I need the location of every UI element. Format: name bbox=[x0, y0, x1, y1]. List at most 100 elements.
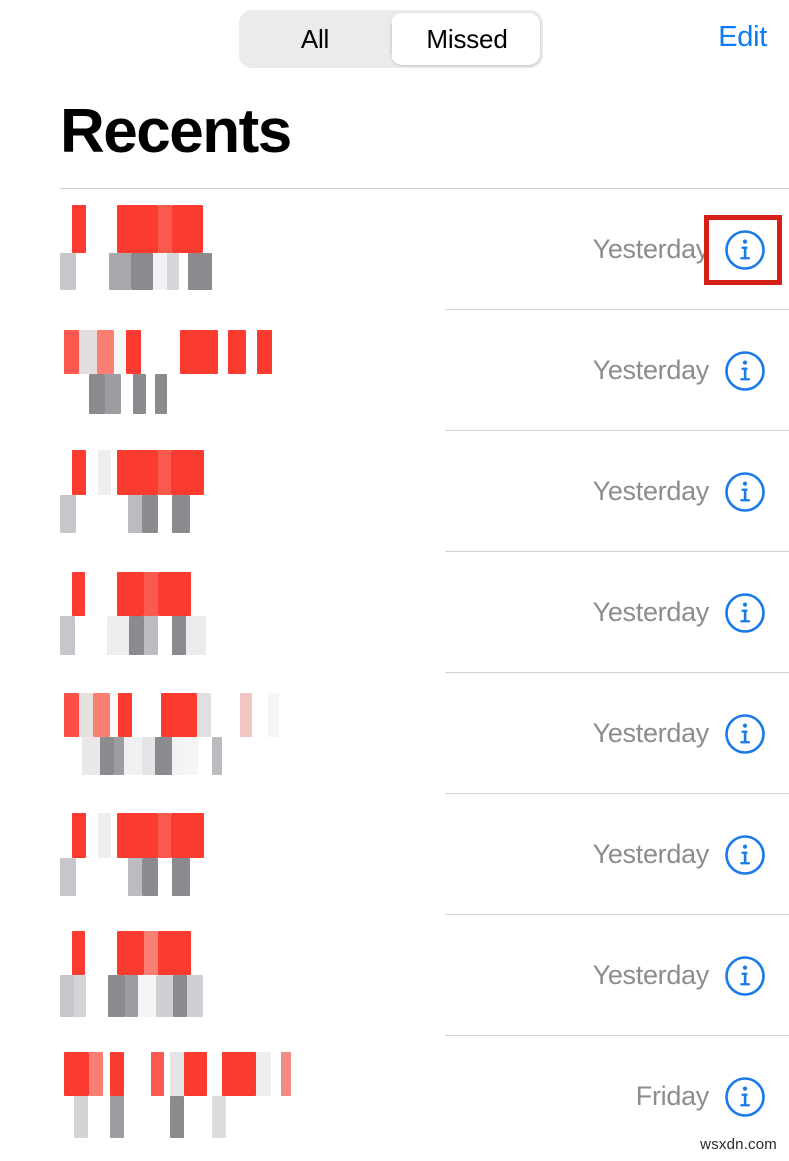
edit-button[interactable]: Edit bbox=[718, 21, 767, 54]
table-row[interactable]: Yesterday bbox=[0, 431, 789, 552]
redaction-block bbox=[72, 813, 86, 858]
redaction-block bbox=[170, 1096, 184, 1138]
call-timestamp: Yesterday bbox=[592, 234, 710, 264]
info-circle-icon[interactable] bbox=[723, 833, 767, 877]
redaction-block bbox=[60, 858, 76, 896]
redaction-block bbox=[138, 975, 156, 1017]
redaction-block bbox=[98, 813, 111, 858]
call-timestamp: Yesterday bbox=[592, 597, 710, 627]
redaction-block bbox=[155, 374, 167, 414]
redaction-block bbox=[125, 975, 138, 1017]
redaction-block bbox=[72, 450, 86, 495]
redaction-block bbox=[180, 330, 218, 374]
redaction-block bbox=[142, 737, 155, 775]
table-row[interactable]: Friday bbox=[0, 1036, 789, 1157]
redaction-block bbox=[117, 931, 144, 975]
info-circle-icon[interactable] bbox=[723, 349, 767, 393]
redaction-block bbox=[117, 450, 158, 495]
redaction-block bbox=[144, 616, 158, 655]
row-trailing-group: Yesterday bbox=[593, 794, 767, 915]
redaction-block bbox=[126, 330, 141, 374]
row-trailing-group: Yesterday bbox=[593, 189, 767, 310]
watermark: wsxdn.com bbox=[700, 1136, 777, 1153]
redaction-block bbox=[117, 572, 144, 616]
redaction-block bbox=[268, 693, 279, 737]
redaction-block bbox=[142, 495, 158, 533]
redaction-block bbox=[60, 616, 75, 655]
redaction-block bbox=[172, 616, 186, 655]
redaction-block bbox=[173, 975, 187, 1017]
redaction-block bbox=[167, 253, 179, 290]
redaction-block bbox=[114, 330, 126, 374]
redaction-block bbox=[64, 330, 79, 374]
redaction-block bbox=[128, 495, 142, 533]
redaction-block bbox=[128, 858, 142, 896]
redaction-block bbox=[171, 813, 204, 858]
redaction-block bbox=[171, 450, 204, 495]
table-row[interactable]: Yesterday bbox=[0, 794, 789, 915]
call-timestamp: Yesterday bbox=[592, 839, 710, 869]
info-circle-icon[interactable] bbox=[723, 591, 767, 635]
redaction-block bbox=[89, 1052, 103, 1096]
redaction-block bbox=[172, 737, 184, 775]
redaction-block bbox=[158, 931, 191, 975]
redaction-block bbox=[89, 374, 105, 414]
redaction-block bbox=[170, 1052, 184, 1096]
redaction-block bbox=[72, 572, 85, 616]
redaction-block bbox=[172, 858, 190, 896]
info-circle-icon[interactable] bbox=[723, 470, 767, 514]
redaction-block bbox=[98, 450, 111, 495]
redaction-block bbox=[240, 693, 252, 737]
redaction-block bbox=[184, 737, 198, 775]
row-trailing-group: Yesterday bbox=[593, 673, 767, 794]
redaction-block bbox=[118, 693, 132, 737]
segment-missed[interactable]: Missed bbox=[391, 10, 543, 68]
redaction-block bbox=[131, 253, 153, 290]
table-row[interactable]: Yesterday bbox=[0, 673, 789, 794]
redaction-block bbox=[156, 975, 173, 1017]
call-timestamp: Yesterday bbox=[592, 960, 710, 990]
redaction-block bbox=[222, 1052, 256, 1096]
row-trailing-group: Yesterday bbox=[593, 310, 767, 431]
table-row[interactable]: Yesterday bbox=[0, 189, 789, 310]
redaction-block bbox=[72, 931, 85, 975]
redaction-block bbox=[107, 616, 129, 655]
redaction-block bbox=[212, 1096, 226, 1138]
segment-all[interactable]: All bbox=[239, 10, 391, 68]
redaction-block bbox=[158, 205, 172, 253]
redaction-block bbox=[82, 737, 100, 775]
redaction-block bbox=[74, 1096, 88, 1138]
redaction-block bbox=[74, 975, 86, 1017]
redaction-block bbox=[186, 616, 206, 655]
redaction-block bbox=[133, 374, 146, 414]
redaction-block bbox=[172, 205, 203, 253]
table-row[interactable]: Yesterday bbox=[0, 552, 789, 673]
redaction-block bbox=[60, 975, 74, 1017]
redaction-block bbox=[100, 737, 114, 775]
info-circle-icon[interactable] bbox=[723, 228, 767, 272]
redaction-block bbox=[117, 813, 158, 858]
redaction-block bbox=[114, 737, 124, 775]
redaction-block bbox=[129, 616, 144, 655]
info-circle-icon[interactable] bbox=[723, 1075, 767, 1119]
redaction-block bbox=[212, 737, 222, 775]
redaction-block bbox=[105, 374, 121, 414]
page-title: Recents bbox=[60, 97, 292, 166]
table-row[interactable]: Yesterday bbox=[0, 310, 789, 431]
redaction-block bbox=[64, 1052, 89, 1096]
redaction-block bbox=[144, 572, 158, 616]
call-timestamp: Yesterday bbox=[592, 355, 710, 385]
call-filter-segmented-control[interactable]: All Missed bbox=[239, 10, 543, 68]
info-circle-icon[interactable] bbox=[723, 954, 767, 998]
redaction-block bbox=[79, 330, 97, 374]
recents-screen: All Missed Edit Recents Yesterday Yesterd… bbox=[0, 0, 789, 1161]
redaction-block bbox=[109, 253, 131, 290]
info-circle-icon[interactable] bbox=[723, 712, 767, 756]
row-trailing-group: Yesterday bbox=[593, 915, 767, 1036]
table-row[interactable]: Yesterday bbox=[0, 915, 789, 1036]
row-trailing-group: Yesterday bbox=[593, 552, 767, 673]
redaction-block bbox=[144, 931, 158, 975]
redaction-block bbox=[110, 1096, 124, 1138]
redaction-block bbox=[184, 1052, 207, 1096]
redaction-block bbox=[64, 693, 79, 737]
